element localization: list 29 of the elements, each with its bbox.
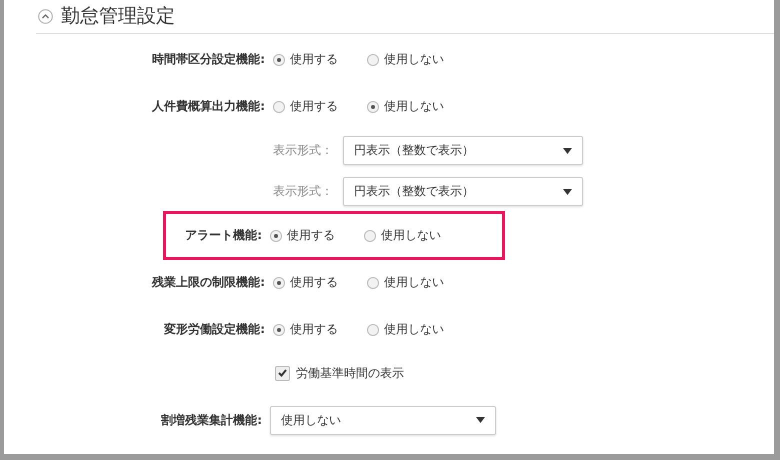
radio-option[interactable]: 使用する xyxy=(273,321,367,338)
field-label: アラート機能: xyxy=(184,227,262,244)
caret-icon xyxy=(563,188,572,194)
dropdown[interactable]: 円表示（整数で表示） xyxy=(343,177,583,206)
radio-option[interactable]: 使用しない xyxy=(367,51,461,68)
checkbox[interactable] xyxy=(275,366,290,380)
radio-option[interactable]: 使用する xyxy=(273,98,367,115)
dropdown[interactable]: 円表示（整数で表示） xyxy=(343,136,583,165)
field-label: 残業上限の制限機能: xyxy=(150,274,265,291)
radio-option[interactable]: 使用する xyxy=(273,274,367,291)
field-label: 時間帯区分設定機能: xyxy=(151,51,265,68)
checkmark-icon xyxy=(278,369,287,377)
collapse-icon[interactable] xyxy=(38,8,53,24)
radio-option[interactable]: 使用しない xyxy=(367,274,461,291)
caret-icon xyxy=(476,417,485,423)
field-label: 変形労働設定機能: xyxy=(163,321,265,338)
radio-option[interactable]: 使用する xyxy=(270,227,364,244)
radio-option[interactable]: 使用しない xyxy=(367,321,461,338)
caret-icon xyxy=(563,148,572,154)
checkbox-label: 労働基準時間の表示 xyxy=(296,364,404,382)
radio-option[interactable]: 使用しない xyxy=(367,98,461,115)
radio-option[interactable]: 使用する xyxy=(273,51,367,68)
field-label: 人件費概算出力機能: xyxy=(151,98,265,115)
radio-option[interactable]: 使用しない xyxy=(364,227,458,244)
section-title: 勤怠管理設定 xyxy=(61,4,175,29)
field-label: 表示形式： xyxy=(272,142,333,159)
field-label: 割増残業集計機能: xyxy=(160,412,262,428)
dropdown[interactable]: 使用しない xyxy=(270,406,496,434)
field-label: 表示形式： xyxy=(272,183,333,200)
